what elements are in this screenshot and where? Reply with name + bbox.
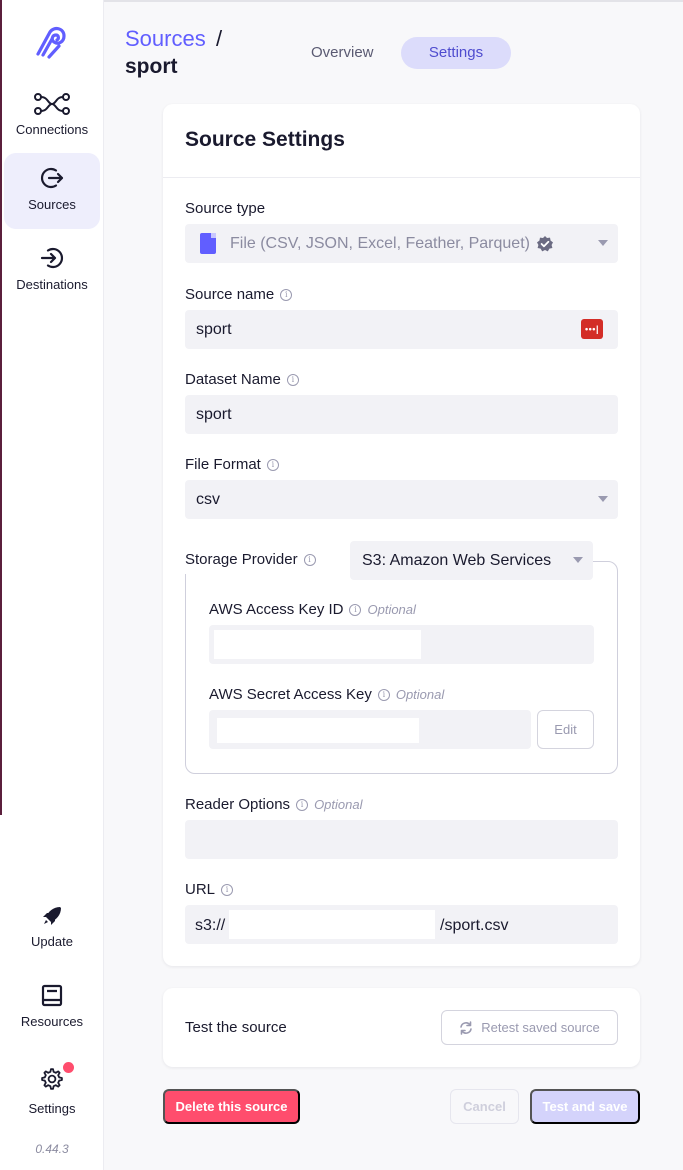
source-name-label: Source name i	[185, 286, 293, 303]
sidebar-item-label: Update	[31, 934, 73, 949]
info-icon[interactable]: i	[266, 458, 279, 471]
aws-secret-key-label-text: AWS Secret Access Key	[209, 686, 372, 703]
divider	[163, 177, 640, 178]
sidebar: Connections Sources Destinations Update …	[0, 0, 104, 1170]
source-type-value: File (CSV, JSON, Excel, Feather, Parquet…	[230, 234, 530, 252]
info-icon[interactable]: i	[296, 798, 309, 811]
optional-tag: Optional	[367, 602, 416, 617]
password-manager-icon[interactable]: •••|	[581, 319, 603, 339]
breadcrumb-separator: /	[216, 26, 223, 51]
card-title: Source Settings	[185, 128, 345, 151]
sidebar-item-destinations[interactable]: Destinations	[4, 233, 100, 309]
refresh-icon	[460, 1020, 473, 1035]
sidebar-item-sources[interactable]: Sources	[4, 153, 100, 229]
sidebar-item-label: Destinations	[16, 277, 88, 292]
storage-provider-value: S3: Amazon Web Services	[362, 551, 552, 569]
dataset-name-input[interactable]: sport	[185, 395, 618, 434]
sources-icon	[40, 167, 64, 189]
sidebar-item-label: Connections	[15, 122, 89, 137]
chevron-down-icon	[573, 557, 583, 563]
source-settings-card: Source Settings Source type File (CSV, J…	[163, 104, 640, 966]
reader-options-label-text: Reader Options	[185, 796, 291, 813]
info-icon[interactable]: i	[377, 688, 390, 701]
reader-options-label: Reader Options i Optional	[185, 796, 362, 813]
url-label: URL i	[185, 881, 234, 898]
sidebar-item-label: Settings	[28, 1101, 76, 1116]
file-format-value: csv	[196, 490, 220, 508]
aws-access-key-input[interactable]	[209, 625, 594, 664]
reader-options-input[interactable]	[185, 820, 618, 859]
source-name-input[interactable]: sport •••|	[185, 310, 618, 349]
retest-button-label: Retest saved source	[481, 1020, 600, 1035]
optional-tag: Optional	[314, 797, 363, 812]
test-source-title: Test the source	[185, 1019, 287, 1036]
source-type-label: Source type	[185, 200, 265, 217]
optional-tag: Optional	[395, 687, 445, 702]
cancel-button[interactable]: Cancel	[450, 1089, 519, 1124]
aws-secret-key-input[interactable]	[209, 710, 531, 749]
aws-access-key-label: AWS Access Key ID i Optional	[209, 601, 416, 618]
app-version: 0.44.3	[35, 1142, 69, 1156]
sidebar-item-resources[interactable]: Resources	[4, 972, 100, 1048]
redacted-value	[217, 718, 419, 743]
sidebar-item-settings[interactable]: Settings	[4, 1055, 100, 1131]
notification-badge	[63, 1062, 74, 1073]
dataset-name-label: Dataset Name i	[185, 371, 299, 388]
page-title: sport	[125, 55, 178, 78]
source-type-select[interactable]: File (CSV, JSON, Excel, Feather, Parquet…	[185, 224, 618, 263]
info-icon[interactable]: i	[349, 603, 362, 616]
airbyte-logo-icon[interactable]	[32, 24, 72, 64]
sidebar-item-update[interactable]: Update	[4, 892, 100, 968]
file-format-label: File Format i	[185, 456, 279, 473]
sidebar-item-label: Sources	[28, 197, 76, 212]
aws-access-key-label-text: AWS Access Key ID	[209, 601, 344, 618]
file-format-select[interactable]: csv	[185, 480, 618, 519]
tab-settings[interactable]: Settings	[401, 37, 511, 69]
storage-provider-select[interactable]: S3: Amazon Web Services	[350, 541, 593, 580]
connections-icon	[34, 93, 70, 115]
window-left-border	[0, 0, 2, 815]
info-icon[interactable]: i	[280, 288, 293, 301]
verified-badge-icon	[536, 235, 553, 251]
redacted-value	[229, 910, 435, 939]
source-name-value: sport	[196, 320, 232, 338]
info-icon[interactable]: i	[286, 373, 299, 386]
file-format-label-text: File Format	[185, 456, 261, 473]
dataset-name-label-text: Dataset Name	[185, 371, 281, 388]
sidebar-item-label: Resources	[20, 1014, 84, 1029]
aws-secret-key-label: AWS Secret Access Key i Optional	[209, 686, 444, 703]
info-icon[interactable]: i	[303, 553, 316, 566]
chevron-down-icon	[598, 240, 608, 246]
storage-provider-label: Storage Provider i	[185, 551, 316, 568]
redacted-value	[214, 630, 421, 659]
breadcrumb-sources-link[interactable]: Sources	[125, 26, 206, 52]
source-name-label-text: Source name	[185, 286, 275, 303]
storage-provider-label-text: Storage Provider	[185, 551, 298, 568]
sidebar-item-connections[interactable]: Connections	[4, 80, 100, 156]
test-source-card: Test the source Retest saved source	[163, 988, 640, 1067]
test-and-save-button[interactable]: Test and save	[530, 1089, 640, 1124]
chevron-down-icon	[598, 496, 608, 502]
url-prefix: s3://	[195, 917, 226, 934]
source-type-label-text: Source type	[185, 200, 266, 217]
tab-overview[interactable]: Overview	[287, 37, 398, 69]
edit-secret-button[interactable]: Edit	[537, 710, 594, 749]
rocket-icon	[43, 907, 61, 925]
info-icon[interactable]: i	[221, 883, 234, 896]
delete-source-button[interactable]: Delete this source	[163, 1089, 300, 1124]
retest-source-button[interactable]: Retest saved source	[441, 1010, 618, 1045]
url-suffix: /sport.csv	[440, 917, 509, 934]
destinations-icon	[40, 247, 64, 269]
file-connector-icon	[200, 233, 216, 254]
dataset-name-value: sport	[196, 405, 232, 423]
url-label-text: URL	[185, 881, 216, 898]
book-icon	[41, 984, 63, 1007]
gear-icon	[41, 1068, 63, 1090]
